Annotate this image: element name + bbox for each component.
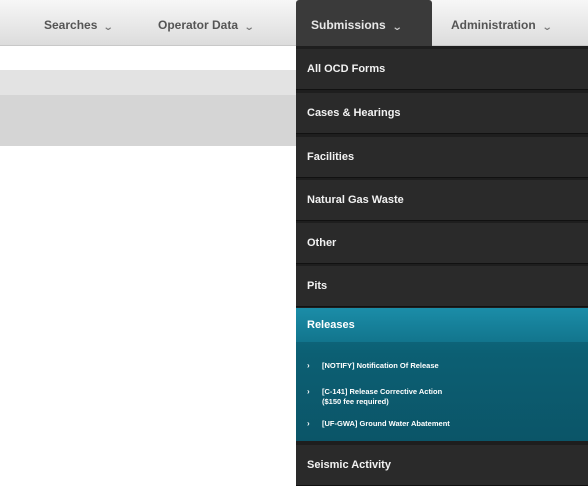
nav-submissions[interactable]: Submissions ⌄	[296, 0, 432, 46]
chevron-right-icon: ›	[307, 387, 310, 396]
submenu-item-uf-gwa[interactable]: › [UF-GWA] Ground Water Abatement	[296, 419, 588, 429]
nav-submissions-label: Submissions	[311, 18, 386, 32]
chevron-down-icon: ⌄	[243, 22, 255, 33]
menu-item-releases[interactable]: Releases	[296, 308, 588, 342]
nav-operator-data[interactable]: Operator Data ⌄	[158, 0, 255, 46]
submenu-item-label: [NOTIFY] Notification Of Release	[322, 361, 439, 370]
page-header-band	[0, 70, 296, 95]
submenu-item-note: ($150 fee required)	[322, 397, 389, 406]
nav-operator-data-label: Operator Data	[158, 18, 239, 32]
menu-item-natural-gas-waste[interactable]: Natural Gas Waste	[296, 180, 588, 221]
chevron-down-icon: ⌄	[103, 22, 115, 33]
chevron-right-icon: ›	[307, 419, 310, 428]
chevron-right-icon: ›	[307, 361, 310, 370]
top-nav-bar: Searches ⌄ Operator Data ⌄ Submissions ⌄ Ad…	[0, 0, 588, 46]
menu-item-seismic-activity[interactable]: Seismic Activity	[296, 445, 588, 486]
submenu-item-label: [UF-GWA] Ground Water Abatement	[322, 419, 450, 428]
submenu-item-notify[interactable]: › [NOTIFY] Notification Of Release	[296, 361, 588, 371]
nav-administration-label: Administration	[451, 18, 536, 32]
submenu-item-c141[interactable]: › [C-141] Release Corrective Action ($15…	[296, 387, 588, 407]
menu-item-cases-hearings[interactable]: Cases & Hearings	[296, 93, 588, 134]
page-subheader-band	[0, 95, 296, 146]
nav-administration[interactable]: Administration ⌄	[451, 0, 552, 46]
menu-item-facilities[interactable]: Facilities	[296, 137, 588, 178]
menu-item-other[interactable]: Other	[296, 223, 588, 264]
menu-item-all-ocd-forms[interactable]: All OCD Forms	[296, 49, 588, 90]
nav-searches-label: Searches	[44, 18, 98, 32]
menu-item-pits[interactable]: Pits	[296, 266, 588, 307]
submissions-dropdown: All OCD Forms Cases & Hearings Facilitie…	[296, 46, 588, 486]
releases-submenu: Releases › [NOTIFY] Notification Of Rele…	[296, 308, 588, 441]
nav-searches[interactable]: Searches ⌄	[44, 0, 114, 46]
submenu-item-label: [C-141] Release Corrective Action	[322, 387, 443, 396]
